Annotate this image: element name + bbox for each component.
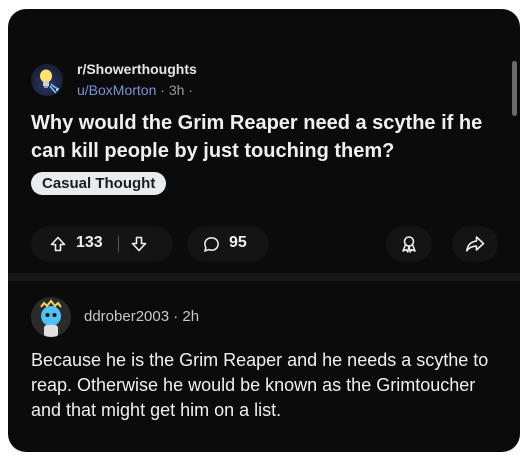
- scrollbar[interactable]: [512, 61, 517, 116]
- comment-meta-separator: ·: [173, 308, 179, 325]
- arrow-up-icon[interactable]: [50, 236, 66, 252]
- post-author-link[interactable]: u/BoxMorton: [77, 82, 156, 98]
- comment-count: 95: [229, 234, 247, 251]
- award-ribbon-icon: [402, 236, 416, 253]
- subreddit-name[interactable]: r/Showerthoughts: [77, 61, 197, 77]
- comment-meta: ddrober2003 · 2h: [84, 308, 199, 325]
- share-arrow-icon: [466, 236, 485, 252]
- reddit-post-card: r/Showerthoughts u/BoxMorton · 3h · Why …: [8, 9, 520, 452]
- comments-button[interactable]: 95: [187, 226, 269, 262]
- vote-bar: 133: [31, 226, 173, 262]
- speech-bubble-icon: [204, 237, 219, 252]
- subreddit-avatar[interactable]: [31, 64, 63, 96]
- post-title[interactable]: Why would the Grim Reaper need a scythe …: [31, 109, 501, 165]
- snoo-avatar-icon: [31, 297, 71, 337]
- meta-separator: ·: [160, 82, 165, 98]
- comment-age: 2h: [182, 308, 200, 325]
- share-button[interactable]: [452, 226, 498, 262]
- vote-divider: [118, 236, 119, 252]
- award-button[interactable]: [386, 226, 432, 262]
- vote-count: 133: [76, 234, 103, 251]
- post-meta: u/BoxMorton · 3h ·: [77, 82, 193, 98]
- commenter-avatar[interactable]: [31, 297, 71, 337]
- post-age: 3h: [168, 82, 185, 98]
- lightbulb-icon: [40, 69, 60, 94]
- arrow-down-icon[interactable]: [131, 236, 147, 252]
- comment-body: Because he is the Grim Reaper and he nee…: [31, 350, 489, 420]
- comment-author-link[interactable]: ddrober2003: [84, 308, 169, 325]
- post-comment-divider: [8, 273, 520, 281]
- meta-separator-trailing: ·: [188, 82, 193, 98]
- post-flair[interactable]: Casual Thought: [31, 172, 167, 195]
- post: r/Showerthoughts u/BoxMorton · 3h · Why …: [8, 9, 520, 274]
